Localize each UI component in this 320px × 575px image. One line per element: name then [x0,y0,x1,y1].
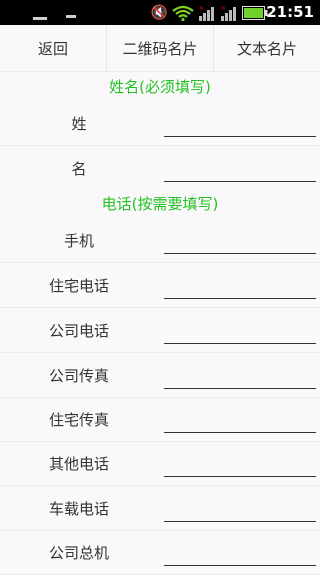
input-underline [164,343,316,344]
form-row-home-fax: 住宅传真 [0,397,320,442]
notification-indicator [66,15,76,18]
other-phone-input[interactable] [164,449,316,475]
surname-input[interactable] [164,109,316,135]
clock: 21:51 [266,3,314,21]
field-label: 公司总机 [48,543,109,562]
status-bar: 🔇 ✕ ✕ 21:51 [0,0,320,25]
field-label: 公司传真 [48,366,109,385]
car-phone-field-container [158,486,320,530]
qrcode-card-button[interactable]: 二维码名片 [107,25,214,71]
field-label: 住宅电话 [48,276,109,295]
field-label: 名 [71,159,87,178]
input-underline [164,253,316,254]
phone-section-title: 电话(按需要填写) [0,190,320,218]
name-section-title: 姓名(必须填写) [0,73,320,101]
text-card-button[interactable]: 文本名片 [214,25,320,71]
given-name-input[interactable] [164,154,316,180]
input-underline [164,388,316,389]
form-row-mobile: 手机 [0,218,320,263]
other-phone-field-container [158,441,320,485]
form-row-car-phone: 车载电话 [0,486,320,531]
car-phone-input[interactable] [164,494,316,520]
svg-text:✕: ✕ [221,5,226,12]
top-toolbar: 返回 二维码名片 文本名片 [0,25,320,72]
company-main-input[interactable] [164,538,316,564]
mobile-input[interactable] [164,226,316,252]
home-phone-field-container [158,263,320,307]
field-label: 姓 [71,114,87,133]
field-label: 车载电话 [48,499,109,518]
surname-field-container [158,101,320,145]
home-phone-input[interactable] [164,271,316,297]
home-fax-input[interactable] [164,405,316,431]
signal-icon-2: ✕ [220,4,238,22]
battery-icon [242,6,268,20]
field-label: 公司电话 [48,321,109,340]
work-fax-field-container [158,353,320,397]
notification-indicator [33,17,47,20]
field-label: 其他电话 [48,454,109,473]
work-phone-input[interactable] [164,316,316,342]
input-underline [164,476,316,477]
form-row-work-phone: 公司电话 [0,308,320,353]
form-row-company-main: 公司总机 [0,530,320,575]
field-label: 手机 [63,231,94,250]
company-main-field-container [158,530,320,574]
given-name-field-container [158,146,320,190]
input-underline [164,136,316,137]
form-row-work-fax: 公司传真 [0,353,320,398]
input-underline [164,432,316,433]
form-row-home-phone: 住宅电话 [0,263,320,308]
work-phone-field-container [158,308,320,352]
form-row-surname: 姓 [0,101,320,146]
work-fax-input[interactable] [164,361,316,387]
input-underline [164,521,316,522]
form-row-given-name: 名 [0,146,320,191]
back-button[interactable]: 返回 [0,25,107,71]
wifi-icon [172,5,194,21]
home-fax-field-container [158,397,320,441]
input-underline [164,181,316,182]
input-underline [164,298,316,299]
form-row-other-phone: 其他电话 [0,441,320,486]
mobile-field-container [158,218,320,262]
input-underline [164,565,316,566]
status-icons: 🔇 ✕ ✕ [151,3,268,23]
field-label: 住宅传真 [48,410,109,429]
svg-text:✕: ✕ [199,5,204,12]
signal-icon: ✕ [198,4,216,22]
mute-icon: 🔇 [150,5,168,21]
